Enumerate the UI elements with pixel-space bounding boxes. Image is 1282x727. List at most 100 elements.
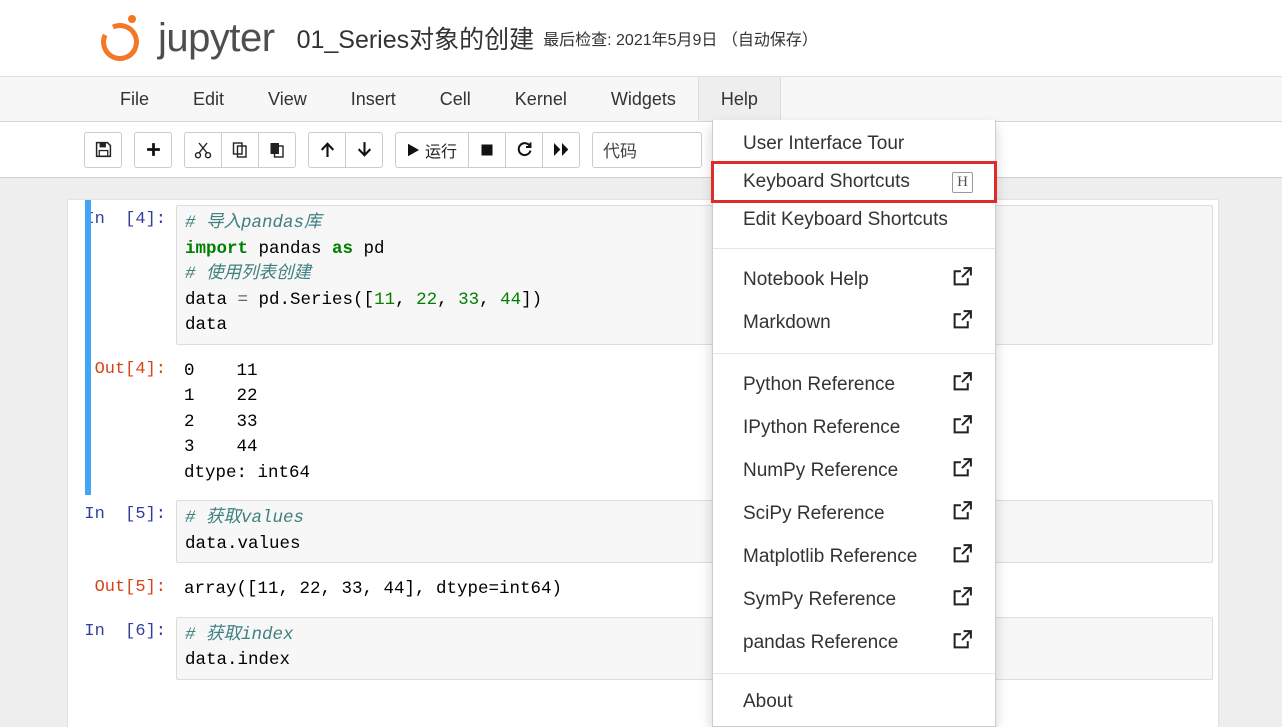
help-menu-item-user-interface-tour[interactable]: User Interface Tour bbox=[713, 125, 995, 163]
keyboard-shortcut-badge: H bbox=[952, 171, 973, 193]
menu-bar: File Edit View Insert Cell Kernel Widgets Help bbox=[0, 76, 1282, 122]
menu-separator bbox=[713, 673, 995, 674]
external-link-icon bbox=[952, 500, 973, 527]
help-menu-item-scipy-reference[interactable]: SciPy Reference bbox=[713, 492, 995, 535]
menu-item-cell[interactable]: Cell bbox=[418, 77, 493, 121]
toolbar-group-save bbox=[84, 131, 122, 168]
code-cell[interactable]: In [4]: # 导入pandas库 import pandas as pd # 使… bbox=[68, 200, 1218, 350]
help-menu-item-pandas-reference[interactable]: pandas Reference bbox=[713, 621, 995, 664]
insert-cell-below-button[interactable] bbox=[134, 131, 172, 168]
move-cell-up-button[interactable] bbox=[308, 131, 346, 168]
code-line: data = pd.Series([11, 22, 33, 44]) bbox=[185, 288, 1204, 314]
save-button[interactable] bbox=[84, 131, 122, 168]
code-editor[interactable]: # 获取values data.values bbox=[176, 500, 1213, 563]
external-link-icon bbox=[952, 457, 973, 484]
menu-item-label: File bbox=[120, 88, 150, 109]
help-menu-item-label: About bbox=[743, 691, 793, 712]
help-menu-item-about[interactable]: About bbox=[713, 683, 995, 721]
cut-button[interactable] bbox=[184, 131, 222, 168]
code-line: # 获取index bbox=[185, 623, 1204, 649]
external-link-icon bbox=[952, 309, 973, 336]
help-menu-item-ipython-reference[interactable]: IPython Reference bbox=[713, 406, 995, 449]
toolbar-group-move bbox=[308, 131, 383, 168]
code-line: # 使用列表创建 bbox=[185, 262, 1204, 288]
help-menu-item-label: Markdown bbox=[743, 311, 831, 333]
move-cell-down-button[interactable] bbox=[345, 131, 383, 168]
interrupt-kernel-button[interactable] bbox=[468, 131, 506, 168]
output-text: array([11, 22, 33, 44], dtype=int64) bbox=[184, 579, 563, 599]
help-menu-item-markdown[interactable]: Markdown bbox=[713, 301, 995, 344]
jupyter-wordmark[interactable]: jupyter bbox=[158, 18, 275, 58]
menu-separator bbox=[713, 248, 995, 249]
cell-type-select[interactable]: 代码 bbox=[592, 131, 702, 168]
code-token: # 导入pandas库 bbox=[185, 213, 322, 233]
code-line: # 导入pandas库 bbox=[185, 211, 1204, 237]
code-line: import pandas as pd bbox=[185, 237, 1204, 263]
external-link-icon bbox=[952, 371, 973, 398]
menu-item-edit[interactable]: Edit bbox=[171, 77, 246, 121]
external-link-icon bbox=[952, 266, 973, 293]
code-token: pd bbox=[353, 238, 385, 259]
menu-item-widgets[interactable]: Widgets bbox=[589, 77, 698, 121]
help-menu-item-python-reference[interactable]: Python Reference bbox=[713, 363, 995, 406]
menu-item-help[interactable]: Help bbox=[697, 77, 781, 121]
code-token: as bbox=[332, 238, 354, 259]
code-token: , bbox=[395, 289, 417, 310]
help-menu-item-label: pandas Reference bbox=[743, 631, 899, 653]
help-menu-item-edit-keyboard-shortcuts[interactable]: Edit Keyboard Shortcuts bbox=[713, 201, 995, 239]
menu-item-file[interactable]: File bbox=[98, 77, 171, 121]
code-token: = bbox=[237, 289, 249, 310]
help-menu-item-label: Notebook Help bbox=[743, 268, 869, 290]
code-token: 44 bbox=[500, 289, 522, 310]
run-cell-button[interactable]: 运行 bbox=[395, 131, 469, 168]
menu-separator bbox=[713, 353, 995, 354]
help-menu-item-label: SciPy Reference bbox=[743, 502, 885, 524]
external-link-icon bbox=[952, 586, 973, 613]
code-token: , bbox=[479, 289, 501, 310]
menu-item-label: Help bbox=[720, 88, 758, 109]
input-prompt: In [5]: bbox=[84, 505, 166, 524]
external-link-icon bbox=[952, 543, 973, 570]
toolbar-group-insert bbox=[134, 131, 172, 168]
help-menu-item-numpy-reference[interactable]: NumPy Reference bbox=[713, 449, 995, 492]
cell-type-value: 代码 bbox=[603, 142, 637, 161]
jupyter-notebook-app: jupyter 01_Series对象的创建 最后检查: 2021年5月9日 （… bbox=[0, 0, 1282, 727]
code-editor[interactable]: # 获取index data.index bbox=[176, 616, 1213, 680]
help-menu-item-label: User Interface Tour bbox=[743, 133, 905, 154]
help-menu-item-label: Edit Keyboard Shortcuts bbox=[743, 209, 948, 230]
output-cell[interactable]: Out[5]: array([11, 22, 33, 44], dtype=int… bbox=[68, 568, 1218, 612]
help-menu-item-label: Matplotlib Reference bbox=[743, 545, 918, 567]
help-menu-item-matplotlib-reference[interactable]: Matplotlib Reference bbox=[713, 535, 995, 578]
toolbar-group-clipboard bbox=[184, 131, 296, 168]
help-menu-item-label: NumPy Reference bbox=[743, 459, 899, 481]
code-cell[interactable]: In [5]: # 获取values data.values bbox=[68, 495, 1218, 568]
help-menu-item-keyboard-shortcuts[interactable]: Keyboard Shortcuts H bbox=[711, 161, 997, 203]
code-token: import bbox=[185, 238, 249, 259]
checkpoint-status: 最后检查: 2021年5月9日 （自动保存） bbox=[543, 32, 818, 49]
paste-button[interactable] bbox=[258, 131, 296, 168]
menu-item-label: Kernel bbox=[514, 88, 567, 109]
restart-and-run-all-button[interactable] bbox=[542, 131, 580, 168]
notebook-title[interactable]: 01_Series对象的创建 bbox=[297, 20, 535, 56]
code-token: data.index bbox=[185, 650, 291, 670]
code-token: data.values bbox=[185, 533, 301, 554]
run-label: 运行 bbox=[424, 143, 457, 161]
restart-kernel-button[interactable] bbox=[505, 131, 543, 168]
code-token: pandas bbox=[248, 238, 333, 259]
code-cell[interactable]: In [6]: # 获取index data.index bbox=[68, 612, 1218, 685]
logo-arc-lower bbox=[95, 17, 145, 67]
code-editor[interactable]: # 导入pandas库 import pandas as pd # 使用列表创建 da… bbox=[176, 205, 1213, 345]
menu-item-view[interactable]: View bbox=[246, 77, 329, 121]
copy-button[interactable] bbox=[221, 131, 259, 168]
help-menu-item-notebook-help[interactable]: Notebook Help bbox=[713, 258, 995, 301]
code-line: data.values bbox=[185, 532, 1204, 558]
menu-item-kernel[interactable]: Kernel bbox=[493, 77, 589, 121]
menu-item-insert[interactable]: Insert bbox=[329, 77, 418, 121]
menu-item-label: View bbox=[268, 88, 307, 109]
output-cell[interactable]: Out[4]: 0 11 1 22 2 33 3 44 dtype: int64 bbox=[68, 349, 1218, 496]
jupyter-logo-icon[interactable] bbox=[95, 11, 152, 67]
code-token: # 使用列表创建 bbox=[185, 264, 312, 284]
help-menu-item-sympy-reference[interactable]: SymPy Reference bbox=[713, 578, 995, 621]
input-prompt: In [6]: bbox=[84, 621, 166, 641]
input-prompt: In [4]: bbox=[84, 210, 166, 229]
